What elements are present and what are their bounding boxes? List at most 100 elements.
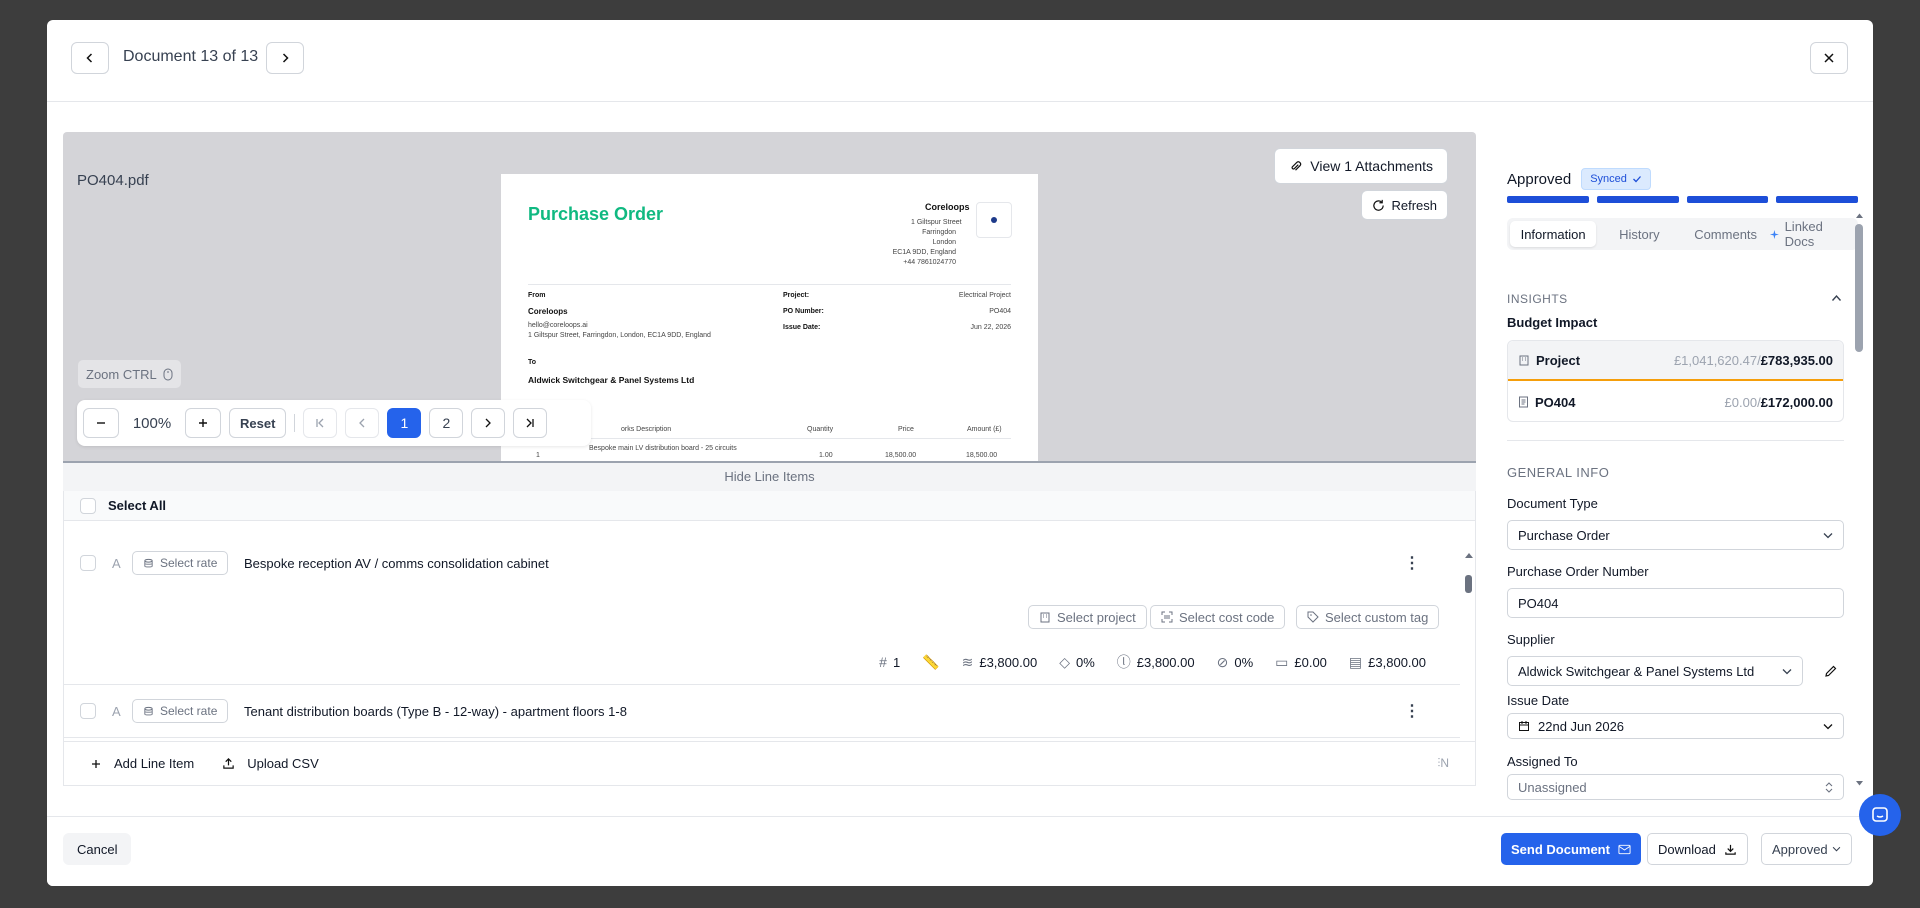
edit-supplier-icon[interactable] bbox=[1824, 664, 1838, 678]
next-document-button[interactable] bbox=[266, 42, 304, 74]
tab-history[interactable]: History bbox=[1596, 221, 1682, 247]
zoom-in-button[interactable] bbox=[185, 408, 221, 438]
subtotal-stat[interactable]: ⓛ £3,800.00 bbox=[1117, 652, 1195, 672]
tax-stat[interactable]: ▭ £0.00 bbox=[1275, 654, 1327, 671]
line-item-checkbox[interactable] bbox=[80, 555, 96, 571]
building-icon bbox=[1519, 355, 1529, 366]
tax-rate-stat[interactable]: ⊘ 0% bbox=[1217, 654, 1254, 671]
select-rate-button[interactable]: Select rate bbox=[132, 699, 229, 723]
refresh-button[interactable]: Refresh bbox=[1361, 190, 1448, 220]
select-project-label: Select project bbox=[1057, 609, 1136, 625]
budget-impact-card: Project £1,041,620.47/£783,935.00 PO404 … bbox=[1507, 340, 1844, 422]
quantity-stat[interactable]: #1 bbox=[879, 654, 900, 670]
scan-icon bbox=[1161, 611, 1173, 623]
approval-progress bbox=[1507, 196, 1858, 203]
pdf-from-address: 1 Giltspur Street, Farringdon, London, E… bbox=[528, 332, 711, 339]
chevron-down-icon bbox=[1782, 668, 1792, 674]
prev-page-button[interactable] bbox=[345, 408, 380, 438]
chevron-down-icon bbox=[1832, 846, 1840, 852]
line-item-row: A Select rate Bespoke reception AV / com… bbox=[64, 533, 1460, 685]
percent-icon: ⊘ bbox=[1216, 653, 1229, 670]
discount-stat[interactable]: ◇ 0% bbox=[1059, 654, 1095, 671]
pdf-issue-label: Issue Date: bbox=[783, 324, 821, 331]
line-item-row: A Select rate Tenant distribution boards… bbox=[64, 686, 1460, 738]
line-items-scrollbar[interactable] bbox=[1464, 553, 1474, 751]
budget-project-name: Project bbox=[1536, 352, 1581, 368]
select-cost-code-label: Select cost code bbox=[1179, 609, 1275, 625]
close-modal-button[interactable] bbox=[1810, 42, 1848, 74]
modal-header: Document 13 of 13 bbox=[47, 20, 1873, 102]
line-items-footer: Add Line Item Upload CSV ⫶N bbox=[64, 741, 1475, 785]
assigned-to-select[interactable]: Unassigned bbox=[1507, 774, 1844, 800]
pdf-company-address-1: 1 Giltspur Street bbox=[911, 219, 962, 226]
po-number-input[interactable]: PO404 bbox=[1507, 588, 1844, 618]
supplier-select[interactable]: Aldwick Switchgear & Panel Systems Ltd bbox=[1507, 656, 1803, 686]
hide-line-items-toggle[interactable]: Hide Line Items bbox=[63, 461, 1476, 491]
zoom-reset-button[interactable]: Reset bbox=[229, 408, 287, 438]
line-item-menu-icon[interactable]: ⋮ bbox=[1404, 701, 1420, 721]
tab-comments[interactable]: Comments bbox=[1683, 221, 1769, 247]
send-document-button[interactable]: Send Document bbox=[1501, 833, 1641, 865]
add-line-item-button[interactable]: Add Line Item bbox=[90, 756, 194, 771]
select-all-checkbox[interactable] bbox=[80, 497, 96, 514]
tab-linked-docs[interactable]: Linked Docs bbox=[1769, 219, 1855, 249]
page-2-button[interactable]: 2 bbox=[429, 408, 464, 438]
cancel-button[interactable]: Cancel bbox=[63, 833, 132, 865]
first-page-button[interactable] bbox=[303, 408, 338, 438]
pdf-company-address-5: +44 7861024770 bbox=[903, 259, 956, 266]
status-text: Approved bbox=[1507, 170, 1572, 188]
supplier-label: Supplier bbox=[1507, 632, 1555, 647]
scrollbar-thumb[interactable] bbox=[1465, 575, 1472, 593]
budget-project-total: £783,935.00 bbox=[1760, 352, 1833, 368]
line-item-description[interactable]: Bespoke reception AV / comms consolidati… bbox=[244, 556, 549, 571]
tax-value: £0.00 bbox=[1294, 654, 1327, 670]
section-divider bbox=[1507, 440, 1844, 441]
select-rate-button[interactable]: Select rate bbox=[132, 551, 229, 575]
pdf-table-divider bbox=[528, 438, 1011, 439]
scroll-up-icon bbox=[1856, 213, 1863, 218]
receipt-icon: ▭ bbox=[1275, 653, 1289, 670]
assigned-to-label: Assigned To bbox=[1507, 754, 1578, 769]
net-stat[interactable]: ≋ £3,800.00 bbox=[962, 654, 1038, 671]
page-1-button[interactable]: 1 bbox=[387, 408, 422, 438]
panel-scrollbar[interactable] bbox=[1855, 213, 1863, 786]
line-items-panel: Select All A Select rate Bespoke recepti… bbox=[63, 491, 1476, 786]
document-type-value: Purchase Order bbox=[1518, 527, 1610, 543]
next-page-button[interactable] bbox=[471, 408, 506, 438]
pdf-project-value: Electrical Project bbox=[958, 292, 1011, 299]
pdf-from-label: From bbox=[528, 292, 546, 299]
zoom-out-button[interactable] bbox=[83, 408, 119, 438]
issue-date-picker[interactable]: 22nd Jun 2026 bbox=[1507, 713, 1844, 739]
chevron-right-icon bbox=[485, 418, 492, 428]
pdf-row1-desc: Bespoke main LV distribution board - 25 … bbox=[589, 445, 737, 452]
select-custom-tag-label: Select custom tag bbox=[1325, 609, 1429, 625]
line-item-letter: A bbox=[112, 556, 121, 571]
download-button[interactable]: Download bbox=[1647, 833, 1748, 865]
unit-stat[interactable]: 📏 bbox=[922, 654, 939, 671]
prev-document-button[interactable] bbox=[71, 42, 109, 74]
pdf-preview[interactable]: PO404.pdf Purchase Order Coreloops 1 Gil… bbox=[63, 132, 1476, 461]
pdf-from-name: Coreloops bbox=[528, 307, 568, 316]
upload-csv-button[interactable]: Upload CSV bbox=[222, 756, 319, 771]
tab-information[interactable]: Information bbox=[1510, 221, 1597, 247]
line-item-description[interactable]: Tenant distribution boards (Type B - 12-… bbox=[244, 704, 627, 719]
status-dropdown-button[interactable]: Approved bbox=[1761, 833, 1852, 865]
select-project-button[interactable]: Select project bbox=[1028, 605, 1147, 629]
total-stat[interactable]: ▤ £3,800.00 bbox=[1349, 654, 1426, 671]
close-icon bbox=[1824, 53, 1834, 63]
line-item-menu-icon[interactable]: ⋮ bbox=[1404, 553, 1420, 573]
scrollbar-thumb[interactable] bbox=[1855, 224, 1863, 352]
view-attachments-button[interactable]: View 1 Attachments bbox=[1274, 148, 1448, 184]
document-type-select[interactable]: Purchase Order bbox=[1507, 520, 1844, 550]
view-attachments-label: View 1 Attachments bbox=[1310, 158, 1433, 174]
budget-row-project[interactable]: Project £1,041,620.47/£783,935.00 bbox=[1508, 341, 1843, 381]
pdf-company: Coreloops bbox=[925, 202, 970, 212]
progress-step bbox=[1507, 196, 1589, 203]
chevron-up-icon[interactable] bbox=[1831, 294, 1842, 302]
select-cost-code-button[interactable]: Select cost code bbox=[1150, 605, 1286, 629]
line-item-checkbox[interactable] bbox=[80, 703, 96, 719]
select-custom-tag-button[interactable]: Select custom tag bbox=[1296, 605, 1440, 629]
chat-support-button[interactable] bbox=[1859, 794, 1901, 836]
budget-row-po[interactable]: PO404 £0.00/£172,000.00 bbox=[1508, 382, 1843, 422]
last-page-button[interactable] bbox=[513, 408, 548, 438]
